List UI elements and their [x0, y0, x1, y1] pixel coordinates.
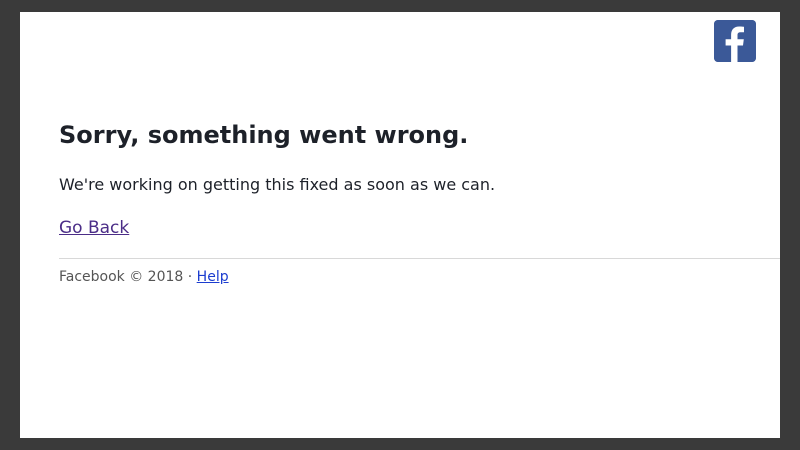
footer-separator: · [187, 269, 193, 285]
divider [59, 258, 780, 259]
error-message: We're working on getting this fixed as s… [59, 175, 496, 194]
footer: Facebook © 2018 · Help [59, 269, 229, 285]
help-link[interactable]: Help [197, 269, 229, 285]
go-back-link[interactable]: Go Back [59, 218, 129, 238]
copyright-text: Facebook © 2018 [59, 269, 184, 285]
error-title: Sorry, something went wrong. [59, 121, 469, 149]
error-page: Sorry, something went wrong. We're worki… [20, 12, 780, 438]
facebook-logo-icon[interactable] [714, 20, 756, 62]
